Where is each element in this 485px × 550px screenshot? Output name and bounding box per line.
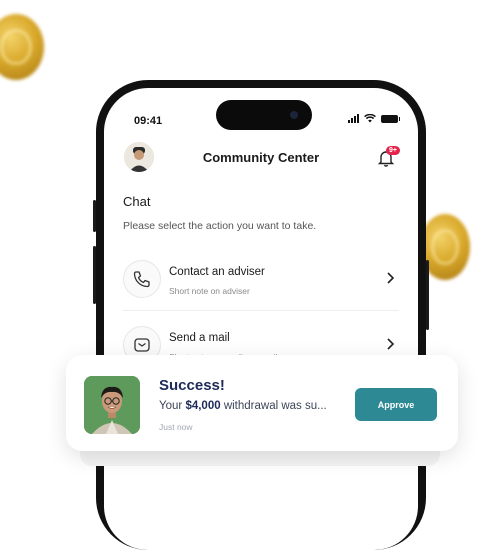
action-note: Short note on adviser: [169, 286, 250, 296]
signal-icon: [348, 114, 359, 123]
chevron-right-icon: [387, 338, 395, 350]
phone-screen: 09:41 Community Center 9+ Chat Please se…: [104, 88, 418, 550]
divider: [123, 310, 399, 311]
section-title: Chat: [123, 194, 151, 209]
phone-icon: [123, 260, 161, 298]
toast-timestamp: Just now: [159, 422, 193, 432]
chevron-right-icon: [387, 272, 395, 284]
user-photo: [84, 376, 140, 434]
success-notification: Success! Your $4,000 withdrawal was su..…: [66, 355, 458, 451]
dynamic-island: [216, 100, 312, 130]
phone-side-button: [93, 200, 96, 232]
toast-amount: $4,000: [185, 400, 221, 412]
phone-side-button: [93, 246, 96, 304]
status-time: 09:41: [134, 115, 163, 127]
action-label: Send a mail: [169, 332, 230, 344]
status-icons: [348, 114, 400, 123]
toast-message-suffix: withdrawal was su...: [220, 400, 327, 412]
section-subtitle: Please select the action you want to tak…: [123, 220, 317, 232]
approve-button[interactable]: Approve: [355, 388, 437, 421]
page-title: Community Center: [202, 150, 320, 165]
action-label: Contact an adviser: [169, 266, 265, 278]
notification-badge: 9+: [386, 146, 400, 155]
toast-title: Success!: [159, 377, 225, 394]
battery-icon: [381, 114, 400, 123]
phone-side-button: [426, 260, 429, 330]
toast-message: Your $4,000 withdrawal was su...: [159, 400, 327, 412]
phone-frame: 09:41 Community Center 9+ Chat Please se…: [93, 80, 429, 550]
wifi-icon: [364, 114, 376, 123]
coin-decoration: [0, 14, 44, 80]
toast-message-prefix: Your: [159, 400, 186, 412]
action-contact-adviser[interactable]: Contact an adviser Short note on adviser: [123, 254, 399, 304]
